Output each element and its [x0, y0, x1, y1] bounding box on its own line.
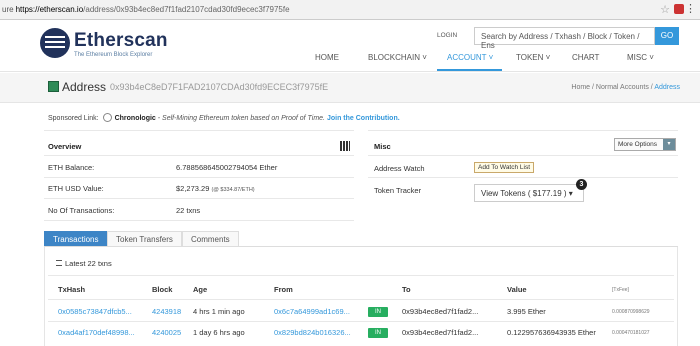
nav-blockchain[interactable]: BLOCKCHAIN ˅	[368, 53, 427, 62]
divider	[44, 198, 354, 199]
search-go-button[interactable]: GO	[655, 27, 679, 45]
col-txfee: [TxFee]	[612, 287, 629, 293]
col-value: Value	[507, 285, 527, 294]
nav-misc[interactable]: MISC ˅	[627, 53, 654, 62]
nav-account[interactable]: ACCOUNT ˅	[447, 53, 493, 62]
col-to: To	[402, 285, 411, 294]
eth-balance-label: ETH Balance:	[48, 163, 95, 172]
address-avatar-icon	[48, 81, 59, 92]
url-text[interactable]: https://etherscan.io/address/0x93b4ec8ed…	[16, 5, 290, 14]
divider	[44, 177, 354, 178]
login-link[interactable]: LOGIN	[437, 32, 457, 39]
logo-icon	[40, 28, 70, 58]
col-age: Age	[193, 285, 208, 294]
logo-tagline: The Ethereum Block Explorer	[74, 52, 153, 58]
tx-fee: 0.000470181027	[612, 330, 650, 336]
page-address: 0x93b4eC8eD7F1FAD2107CDAd30fd9ECEC3f7975…	[110, 82, 329, 92]
add-to-watch-list-button[interactable]: Add To Watch List	[474, 162, 535, 173]
sponsor-cta-link[interactable]: Join the Contribution.	[327, 115, 400, 122]
bookmark-star-icon[interactable]: ☆	[660, 3, 670, 16]
divider	[48, 275, 674, 276]
address-watch-label: Address Watch	[374, 164, 425, 173]
breadcrumb: Home / Normal Accounts / Address	[571, 84, 680, 91]
browser-menu-icon[interactable]: ⋮	[685, 2, 696, 15]
col-txhash: TxHash	[58, 285, 86, 294]
eth-usd-amount: $2,273.29	[176, 184, 212, 193]
to-address: 0x93b4ec8ed7f1fad2...	[402, 307, 479, 316]
divider	[368, 177, 678, 178]
from-address-link[interactable]: 0x829bd824b016326...	[274, 328, 351, 337]
tx-value: 3.995 Ether	[507, 307, 546, 316]
eth-usd-label: ETH USD Value:	[48, 184, 104, 193]
nav-chart[interactable]: CHART	[572, 53, 599, 62]
divider	[48, 299, 674, 300]
extension-icon[interactable]	[674, 4, 684, 14]
tab-token-transfers[interactable]: Token Transfers	[107, 231, 182, 247]
divider	[368, 155, 678, 156]
sponsor-logo-icon	[102, 113, 112, 122]
eth-balance-value: 6.788568645002794054 Ether	[176, 163, 278, 172]
breadcrumb-normal-accounts[interactable]: Normal Accounts	[596, 84, 649, 91]
protocol-fragment: ure	[2, 5, 14, 14]
txn-summary: Latest 22 txns	[56, 259, 112, 268]
search-input[interactable]: Search by Address / Txhash / Block / Tok…	[474, 27, 655, 50]
col-from: From	[274, 285, 293, 294]
tx-age: 1 day 6 hrs ago	[193, 328, 245, 337]
site-header: Etherscan The Ethereum Block Explorer LO…	[0, 20, 700, 72]
token-tracker-label: Token Tracker	[374, 186, 422, 195]
divider	[48, 321, 674, 322]
more-options-label: More Options	[618, 141, 658, 148]
view-tokens-dropdown[interactable]: View Tokens ( $177.19 ) ▾	[474, 184, 584, 202]
sponsored-label: Sponsored Link:	[48, 115, 99, 122]
divider	[44, 155, 354, 156]
tab-comments[interactable]: Comments	[182, 231, 239, 247]
misc-heading: Misc	[374, 142, 391, 151]
etherscan-logo[interactable]: Etherscan The Ethereum Block Explorer	[40, 28, 180, 64]
block-link[interactable]: 4240025	[152, 328, 181, 337]
tx-count-value: 22 txns	[176, 206, 201, 215]
tx-value: 0.122957636943935 Ether	[507, 328, 596, 337]
browser-address-bar[interactable]: ure https://etherscan.io/address/0x93b4e…	[0, 0, 700, 20]
page-title: Address	[62, 80, 107, 94]
more-options-dropdown[interactable]: More Options ▾	[614, 138, 676, 151]
chevron-down-icon: ▾	[663, 139, 675, 150]
direction-badge: IN	[368, 328, 388, 338]
tab-transactions[interactable]: Transactions	[44, 231, 107, 247]
direction-badge: IN	[368, 307, 388, 317]
logo-name: Etherscan	[74, 30, 168, 51]
tx-fee: 0.000870998629	[612, 309, 650, 315]
txhash-link[interactable]: 0xad4af170def48998...	[58, 328, 135, 337]
divider	[368, 130, 678, 131]
qr-code-icon[interactable]	[340, 141, 350, 151]
to-address: 0x93b4ec8ed7f1fad2...	[402, 328, 479, 337]
tx-count-label: No Of Transactions:	[48, 206, 115, 215]
txn-summary-text: Latest 22 txns	[65, 259, 112, 268]
sponsor-description: - Self-Mining Ethereum token based on Pr…	[155, 115, 327, 122]
breadcrumb-home[interactable]: Home	[571, 84, 590, 91]
url-path: /address/0x93b4ec8ed7f1fad2107cdad30fd9e…	[83, 5, 290, 14]
sponsored-link: Sponsored Link: Chronologic - Self-Mining…	[48, 113, 400, 122]
list-icon	[56, 260, 62, 266]
tx-age: 4 hrs 1 min ago	[193, 307, 245, 316]
sponsor-name: Chronologic	[114, 115, 156, 122]
nav-active-indicator	[437, 69, 502, 71]
page-title-bar: Address 0x93b4eC8eD7F1FAD2107CDAd30fd9EC…	[0, 73, 700, 103]
txhash-link[interactable]: 0x0585c73847dfcb5...	[58, 307, 132, 316]
breadcrumb-current: Address	[654, 84, 680, 91]
eth-usd-rate: (@ $334.87/ETH)	[211, 187, 255, 193]
block-link[interactable]: 4243918	[152, 307, 181, 316]
overview-heading: Overview	[48, 142, 82, 151]
url-host: https://etherscan.io	[15, 5, 84, 14]
nav-token[interactable]: TOKEN ˅	[516, 53, 550, 62]
eth-usd-value: $2,273.29 (@ $334.87/ETH)	[176, 184, 255, 193]
annotation-badge: 3	[576, 179, 587, 190]
divider	[44, 220, 354, 221]
divider	[44, 130, 354, 131]
col-block: Block	[152, 285, 173, 294]
nav-home[interactable]: HOME	[315, 53, 339, 62]
from-address-link[interactable]: 0x6c7a64999ad1c69...	[274, 307, 350, 316]
